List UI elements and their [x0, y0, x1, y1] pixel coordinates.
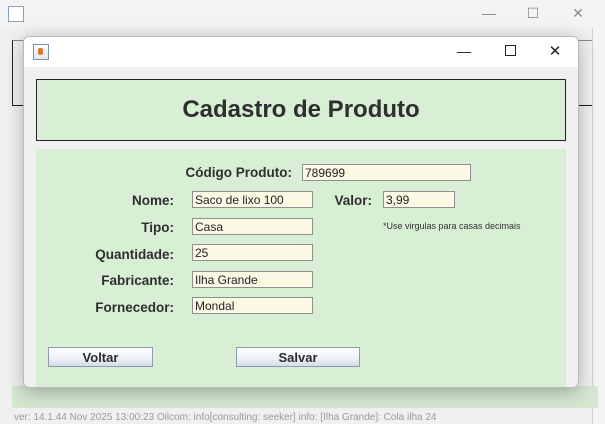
fornecedor-label: Fornecedor: [95, 300, 174, 315]
header-panel: Cadastro de Produto [36, 79, 566, 141]
background-status-text: ver: 14.1.44 Nov 2025 13:00:23 Oilcom: i… [14, 412, 437, 423]
dialog-titlebar: — ✕ [24, 37, 578, 67]
valor-label: Valor: [334, 193, 372, 208]
quantidade-field[interactable]: 25 [192, 244, 313, 261]
fabricante-field[interactable]: Ilha Grande [192, 271, 313, 288]
tipo-field[interactable]: Casa [192, 218, 313, 235]
cadastro-produto-dialog: — ✕ Cadastro de Produto Código Produto: … [23, 36, 579, 388]
voltar-button[interactable]: Voltar [48, 347, 153, 367]
form-panel: Código Produto: 789699 Nome: Saco de lix… [36, 149, 566, 387]
quantidade-label: Quantidade: [95, 247, 174, 262]
codigo-produto-label: Código Produto: [185, 165, 292, 180]
maximize-icon [504, 45, 516, 57]
background-titlebar: — ☐ ✕ [0, 0, 605, 28]
nome-label: Nome: [131, 193, 174, 208]
background-green-panel [12, 386, 598, 408]
valor-field[interactable]: 3,99 [383, 191, 455, 208]
salvar-button[interactable]: Salvar [236, 347, 360, 367]
background-scroll-edge [592, 28, 605, 424]
maximize-button[interactable] [487, 37, 533, 67]
bg-close-button[interactable]: ✕ [555, 2, 601, 26]
nome-field[interactable]: Saco de lixo 100 [192, 191, 313, 208]
fabricante-label: Fabricante: [101, 273, 174, 288]
java-app-icon [33, 44, 49, 60]
minimize-button[interactable]: — [441, 37, 487, 67]
bg-maximize-button[interactable]: ☐ [510, 2, 556, 26]
codigo-produto-field[interactable]: 789699 [302, 164, 471, 181]
valor-hint: *Use virgulas para casas decimais [383, 221, 521, 231]
page-title: Cadastro de Produto [182, 96, 420, 123]
java-app-icon [8, 6, 24, 22]
fornecedor-field[interactable]: Mondal [192, 297, 313, 314]
tipo-label: Tipo: [141, 220, 174, 235]
bg-minimize-button[interactable]: — [466, 2, 512, 26]
close-button[interactable]: ✕ [532, 37, 578, 67]
